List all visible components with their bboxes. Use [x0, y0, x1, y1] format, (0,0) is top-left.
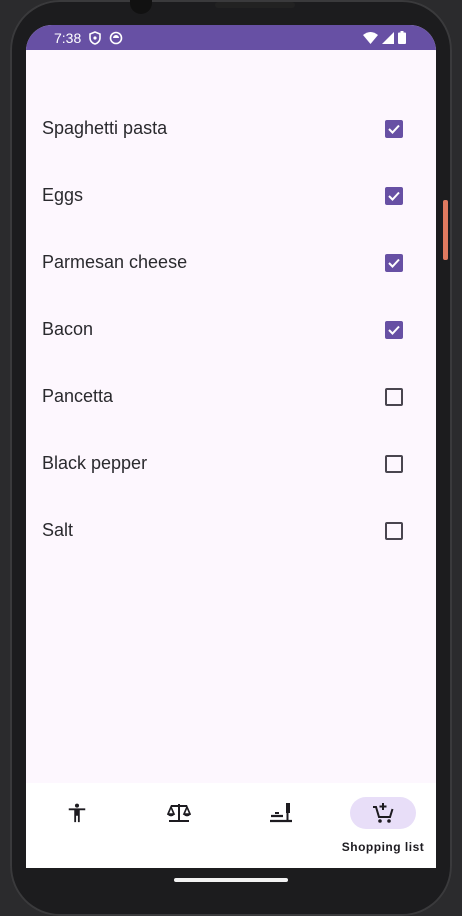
- status-bar: 7:38: [26, 25, 436, 50]
- list-item[interactable]: Bacon: [26, 296, 436, 363]
- shield-icon: [89, 30, 102, 45]
- checkmark-icon: [388, 124, 400, 134]
- item-checkbox[interactable]: [385, 387, 403, 406]
- item-label: Pancetta: [42, 386, 114, 406]
- nav-icon-container: [44, 797, 110, 829]
- item-checkbox[interactable]: [385, 454, 403, 473]
- list-item[interactable]: Pancetta: [26, 363, 436, 430]
- item-label: Spaghetti pasta: [42, 118, 168, 138]
- cooking-icon: [270, 803, 292, 823]
- home-indicator[interactable]: [174, 878, 288, 882]
- nav-item-scale[interactable]: [128, 783, 230, 868]
- nav-icon-container: [248, 797, 314, 829]
- list-item[interactable]: Parmesan cheese: [26, 229, 436, 296]
- nav-icon-container: [350, 797, 416, 829]
- add-cart-icon: [373, 803, 394, 823]
- signal-icon: [382, 31, 394, 44]
- checkmark-icon: [388, 325, 400, 335]
- item-label: Bacon: [42, 319, 94, 339]
- checkmark-icon: [388, 191, 400, 201]
- item-label: Salt: [42, 520, 74, 540]
- bottom-navigation: Shopping list: [26, 783, 436, 868]
- front-camera: [130, 0, 152, 14]
- item-label: Parmesan cheese: [42, 252, 188, 272]
- earpiece-speaker: [215, 2, 295, 8]
- nav-icon-container: [146, 797, 212, 829]
- wifi-icon: [363, 31, 378, 44]
- status-time: 7:38: [54, 29, 82, 46]
- battery-icon: [398, 31, 406, 44]
- app-screen: 7:38 Spaghetti pasta Eggs Parmesan chees…: [26, 25, 436, 868]
- nav-item-cooking[interactable]: [230, 783, 332, 868]
- item-label: Black pepper: [42, 453, 148, 473]
- nav-item-shopping-list[interactable]: Shopping list: [332, 783, 434, 868]
- item-checkbox[interactable]: [385, 253, 403, 272]
- list-item[interactable]: Salt: [26, 497, 436, 564]
- sync-icon: [109, 31, 123, 45]
- list-item[interactable]: Black pepper: [26, 430, 436, 497]
- item-checkbox[interactable]: [385, 186, 403, 205]
- item-label: Eggs: [42, 185, 84, 205]
- nav-item-person[interactable]: [26, 783, 128, 868]
- list-item[interactable]: Spaghetti pasta: [26, 95, 436, 162]
- shopping-list: Spaghetti pasta Eggs Parmesan cheese Bac…: [26, 95, 436, 564]
- item-checkbox[interactable]: [385, 320, 403, 339]
- person-icon: [68, 803, 86, 823]
- list-item[interactable]: Eggs: [26, 162, 436, 229]
- item-checkbox[interactable]: [385, 521, 403, 540]
- checkmark-icon: [388, 258, 400, 268]
- power-button: [443, 200, 448, 260]
- item-checkbox[interactable]: [385, 119, 403, 138]
- nav-label: Shopping list: [341, 840, 425, 854]
- scale-icon: [167, 804, 191, 822]
